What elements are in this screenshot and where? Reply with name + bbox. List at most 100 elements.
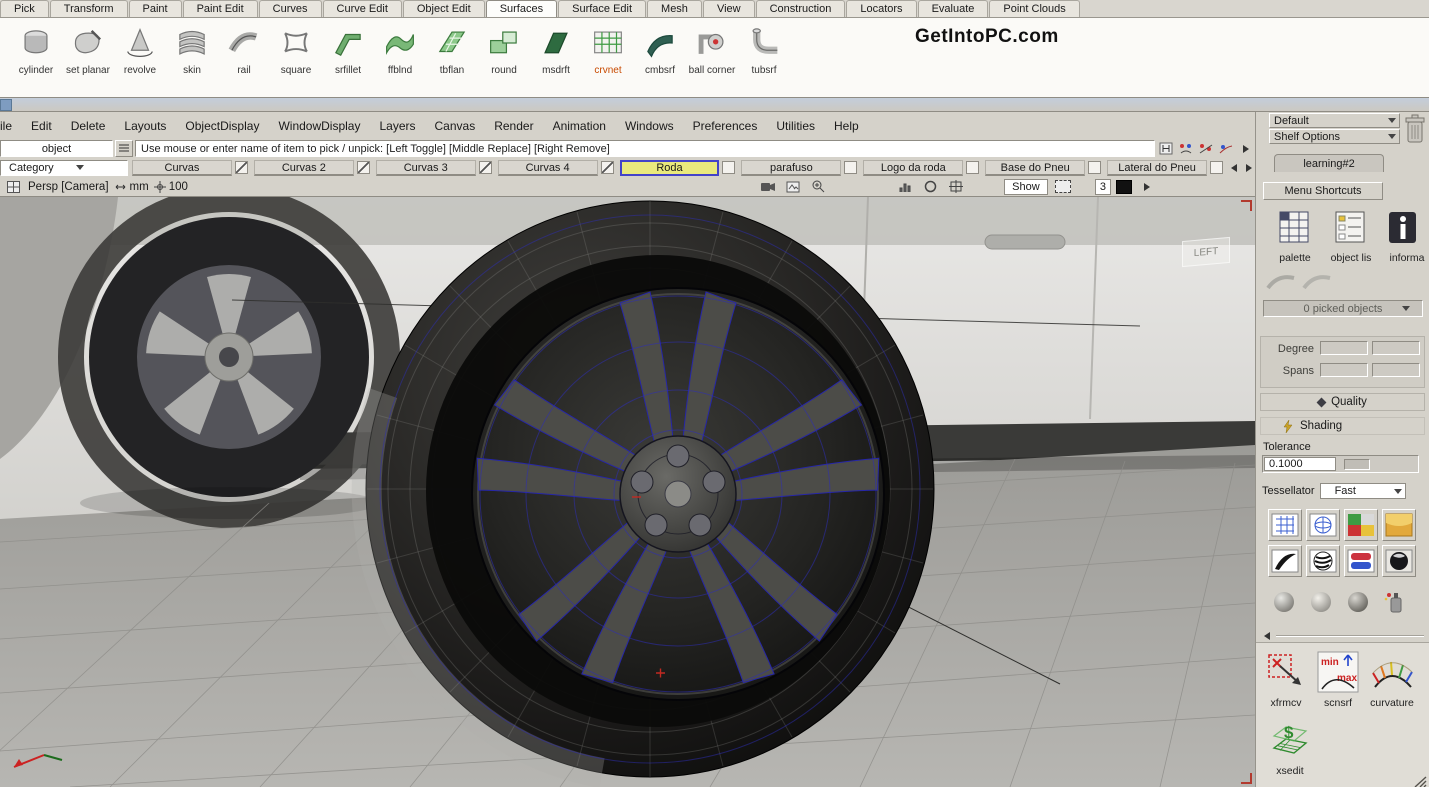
panel-resize-corner[interactable] [1413,775,1427,787]
menu-windows[interactable]: Windows [625,119,674,133]
shading-row[interactable]: Shading [1260,417,1425,435]
tessellator-dropdown[interactable]: Fast [1320,483,1406,499]
show-button[interactable]: Show [1004,179,1048,195]
tool-round[interactable]: round [478,23,530,97]
layer-logo-toggle[interactable] [966,161,979,174]
tool-srfillet[interactable]: srfillet [322,23,374,97]
pick-template-icon[interactable] [1217,140,1235,157]
gold-mode-icon[interactable] [1382,509,1416,541]
layer-lateral-toggle[interactable] [1210,161,1223,174]
strip-handle[interactable] [0,99,12,111]
menu-windowdisplay[interactable]: WindowDisplay [278,119,360,133]
picked-objects-dropdown[interactable]: 0 picked objects [1263,300,1423,317]
zoom-tool-icon[interactable] [808,179,828,195]
layer-roda[interactable]: Roda [620,160,720,176]
layer-parafuso-toggle[interactable] [844,161,857,174]
tolerance-stepper[interactable] [1344,459,1370,470]
sphere-preset-icon-2[interactable] [1307,589,1335,615]
layer-curvas[interactable]: Curvas [132,160,232,176]
layer-scroll-right-icon[interactable] [1242,160,1255,175]
sphere-preset-icon-3[interactable] [1344,589,1372,615]
menu-layouts[interactable]: Layouts [124,119,166,133]
fit-view-icon[interactable] [946,179,966,195]
layer-curvas4[interactable]: Curvas 4 [498,160,598,176]
information-icon[interactable] [1384,206,1420,250]
prompt-history-icon[interactable] [1157,140,1175,157]
spraycan-icon[interactable] [1381,589,1409,615]
brush-mode-icon[interactable] [1268,545,1302,577]
scene-canvas[interactable] [0,197,1255,787]
perspective-viewport[interactable]: LEFT [0,197,1255,787]
curvature-icon[interactable] [1368,649,1416,695]
camera-icon[interactable] [758,179,778,195]
viewport-resize-corner-bottom[interactable] [1241,773,1252,784]
tool-cmbsrf[interactable]: cmbsrf [634,23,686,97]
spans-field-2[interactable] [1372,363,1420,377]
view-layout-icon[interactable] [3,179,23,195]
tool-skin[interactable]: skin [166,23,218,97]
sphere-preset-icon-1[interactable] [1270,589,1298,615]
tool-tbflan[interactable]: tbflan [426,23,478,97]
tab-evaluate[interactable]: Evaluate [918,0,989,17]
layer-curvas-toggle[interactable] [235,161,248,174]
layer-scroll-left-icon[interactable] [1227,160,1240,175]
tab-surfaces[interactable]: Surfaces [486,0,557,17]
layer-base-toggle[interactable] [1088,161,1101,174]
menu-layers[interactable]: Layers [379,119,415,133]
histogram-icon[interactable] [896,179,916,195]
panel-collapse-icon[interactable] [1260,629,1273,642]
scnsrf-icon[interactable]: minmax [1314,649,1362,695]
tool-crvnet[interactable]: crvnet [582,23,634,97]
tool-set-planar[interactable]: set planar [62,23,114,97]
shelf-tab-learning2[interactable]: learning#2 [1274,154,1384,172]
image-plane-icon[interactable] [783,179,803,195]
tab-paint[interactable]: Paint [129,0,182,17]
zebra-mode-icon[interactable] [1306,545,1340,577]
menu-canvas[interactable]: Canvas [435,119,476,133]
tool-ffblnd[interactable]: ffblnd [374,23,426,97]
wire-box-mode-icon[interactable] [1268,509,1302,541]
menu-preferences[interactable]: Preferences [693,119,758,133]
tool-revolve[interactable]: revolve [114,23,166,97]
tool-cylinder[interactable]: cylinder [10,23,62,97]
layer-roda-toggle[interactable] [722,161,735,174]
panel-expand-icon[interactable] [1237,140,1255,157]
header-expand-icon[interactable] [1137,179,1157,195]
menu-render[interactable]: Render [494,119,533,133]
layer-curvas3-toggle[interactable] [479,161,492,174]
tab-curve-edit[interactable]: Curve Edit [323,0,402,17]
layer-curvas4-toggle[interactable] [601,161,614,174]
tab-transform[interactable]: Transform [50,0,128,17]
shelf-options-dropdown[interactable]: Shelf Options [1269,129,1400,144]
menu-delete[interactable]: Delete [71,119,106,133]
marquee-icon[interactable] [1053,179,1073,195]
tab-surface-edit[interactable]: Surface Edit [558,0,646,17]
xfrmcv-icon[interactable] [1262,649,1310,695]
menu-objectdisplay[interactable]: ObjectDisplay [185,119,259,133]
multicolor-mode-icon[interactable] [1344,509,1378,541]
menu-animation[interactable]: Animation [553,119,606,133]
prompt-mode-box[interactable]: object [0,140,113,157]
menu-edit[interactable]: Edit [31,119,52,133]
units-chip[interactable]: mm [114,181,149,193]
menu-shortcuts-button[interactable]: Menu Shortcuts [1263,182,1383,200]
viewport-resize-corner-top[interactable] [1241,200,1252,211]
tab-point-clouds[interactable]: Point Clouds [989,0,1079,17]
tab-object-edit[interactable]: Object Edit [403,0,485,17]
layer-lateral-do-pneu[interactable]: Lateral do Pneu [1107,160,1207,176]
xsedit-icon[interactable]: $ [1266,717,1314,763]
camera-name-label[interactable]: Persp [Camera] [28,181,109,193]
palette-icon[interactable] [1276,206,1312,250]
layer-logo-da-roda[interactable]: Logo da roda [863,160,963,176]
pick-component-icon[interactable] [1197,140,1215,157]
menu-file[interactable]: ile [0,119,12,133]
spans-field-1[interactable] [1320,363,1368,377]
tab-paint-edit[interactable]: Paint Edit [183,0,258,17]
trash-icon[interactable] [1402,112,1428,153]
pick-object-icon[interactable] [1177,140,1195,157]
grid-size-chip[interactable]: 100 [154,181,188,193]
view-count-box[interactable]: 3 [1095,179,1111,195]
object-list-icon[interactable] [1332,206,1368,250]
prompt-list-icon[interactable] [115,140,133,157]
layer-category-dropdown[interactable]: Category [0,160,128,176]
